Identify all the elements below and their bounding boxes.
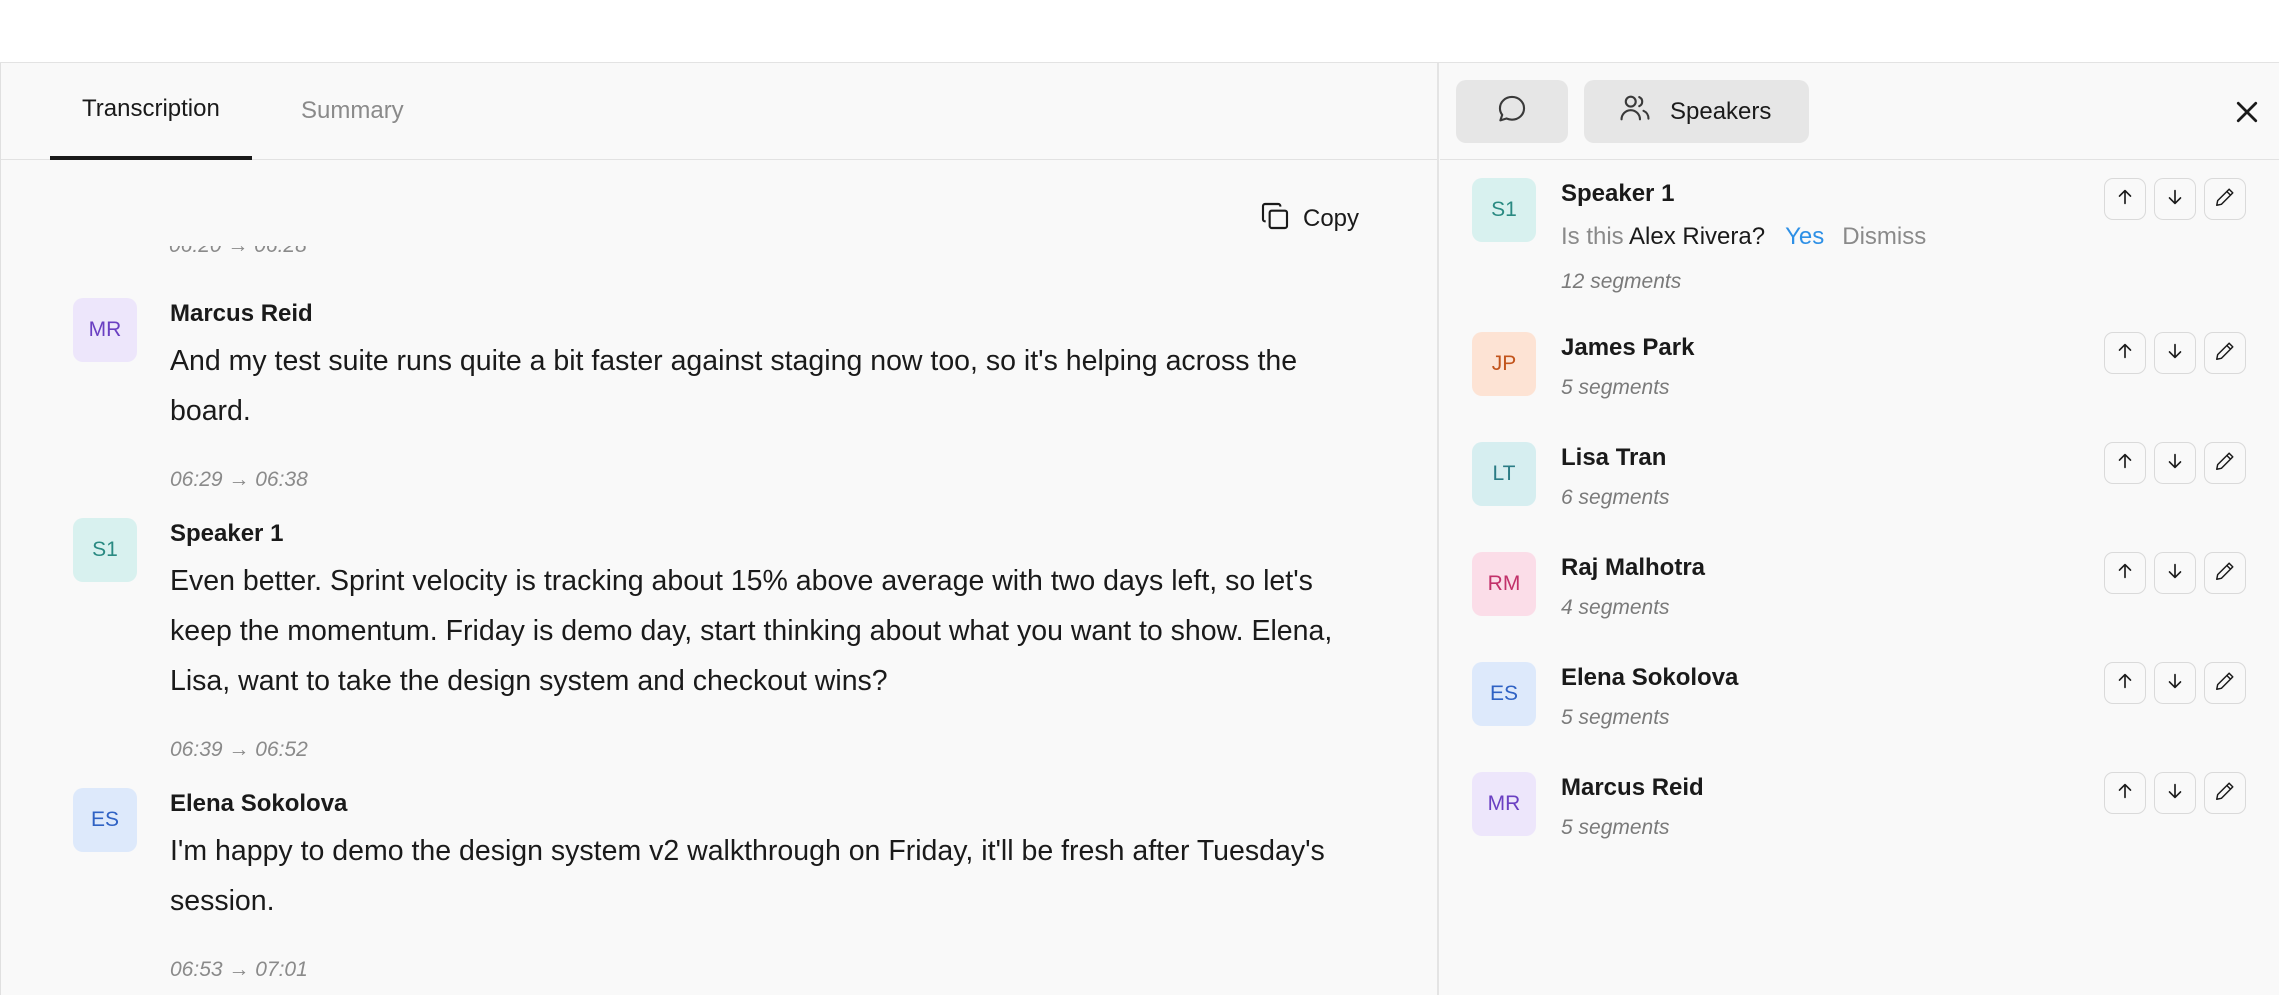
segment-count: 5 segments: [1561, 376, 1670, 399]
speaker-name[interactable]: James Park: [1561, 334, 1694, 362]
speakers-tab-button[interactable]: Speakers: [1584, 80, 1809, 143]
speaker-name[interactable]: Elena Sokolova: [170, 790, 347, 818]
arrow-down-icon: [2164, 186, 2186, 213]
pencil-icon: [2214, 780, 2236, 807]
move-up-button[interactable]: [2104, 332, 2146, 374]
chat-button[interactable]: [1456, 80, 1568, 143]
speakers-panel: Speakers S1 Speaker 1 Is this Alex Rivera?…: [1440, 63, 2279, 995]
top-bar: [0, 0, 2279, 63]
pencil-icon: [2214, 186, 2236, 213]
transcript-window: Transcription Summary Copy 06:20 → 06:28…: [0, 63, 2279, 995]
pencil-icon: [2214, 340, 2236, 367]
arrow-up-icon: [2114, 560, 2136, 587]
segment-count: 5 segments: [1561, 816, 1670, 839]
speaker-name[interactable]: Raj Malhotra: [1561, 554, 1705, 582]
speaker-controls: [2104, 332, 2246, 374]
segment-count: 5 segments: [1561, 706, 1670, 729]
speaker-name[interactable]: Speaker 1: [1561, 180, 1674, 208]
tab-transcription[interactable]: Transcription: [50, 63, 252, 160]
segment-count: 4 segments: [1561, 596, 1670, 619]
rename-button[interactable]: [2204, 662, 2246, 704]
chat-bubble-icon: [1495, 92, 1529, 131]
pencil-icon: [2214, 560, 2236, 587]
rename-button[interactable]: [2204, 442, 2246, 484]
segment-count: 6 segments: [1561, 486, 1670, 509]
move-up-button[interactable]: [2104, 552, 2146, 594]
segment-count: 12 segments: [1561, 270, 1682, 293]
move-down-button[interactable]: [2154, 442, 2196, 484]
rename-button[interactable]: [2204, 552, 2246, 594]
speaker-name[interactable]: Lisa Tran: [1561, 444, 1666, 472]
avatar: S1: [73, 518, 137, 582]
rename-button[interactable]: [2204, 332, 2246, 374]
accept-suggestion-button[interactable]: Yes: [1785, 223, 1824, 250]
suggestion-prefix: Is this: [1561, 223, 1624, 250]
speaker-suggestion: Is this Alex Rivera? Yes Dismiss: [1561, 223, 1926, 251]
tab-bar: Transcription Summary: [1, 63, 1437, 160]
avatar: ES: [73, 788, 137, 852]
speaker-controls: [2104, 178, 2246, 220]
avatar: S1: [1472, 178, 1536, 242]
move-down-button[interactable]: [2154, 178, 2196, 220]
speaker-name[interactable]: Speaker 1: [170, 520, 283, 548]
avatar: LT: [1472, 442, 1536, 506]
copy-label: Copy: [1303, 205, 1360, 232]
speaker-controls: [2104, 552, 2246, 594]
speaker-name[interactable]: Elena Sokolova: [1561, 664, 1738, 692]
timestamp[interactable]: 06:39 → 06:52: [170, 738, 308, 762]
rename-button[interactable]: [2204, 772, 2246, 814]
speaker-name[interactable]: Marcus Reid: [1561, 774, 1704, 802]
pencil-icon: [2214, 450, 2236, 477]
arrow-down-icon: [2164, 780, 2186, 807]
avatar: MR: [73, 298, 137, 362]
arrow-up-icon: [2114, 186, 2136, 213]
arrow-down-icon: [2164, 670, 2186, 697]
transcript-text: And my test suite runs quite a bit faste…: [170, 345, 1298, 427]
avatar: ES: [1472, 662, 1536, 726]
arrow-up-icon: [2114, 670, 2136, 697]
speaker-controls: [2104, 442, 2246, 484]
move-down-button[interactable]: [2154, 772, 2196, 814]
arrow-down-icon: [2164, 560, 2186, 587]
arrow-up-icon: [2114, 450, 2136, 477]
speakers-panel-header: Speakers: [1440, 63, 2279, 160]
copy-button[interactable]: Copy: [1259, 199, 1359, 239]
dismiss-suggestion-button[interactable]: Dismiss: [1842, 223, 1926, 250]
speakers-label: Speakers: [1670, 97, 1772, 125]
arrow-up-icon: [2114, 340, 2136, 367]
arrow-down-icon: [2164, 340, 2186, 367]
pencil-icon: [2214, 670, 2236, 697]
avatar: JP: [1472, 332, 1536, 396]
move-up-button[interactable]: [2104, 178, 2146, 220]
move-down-button[interactable]: [2154, 332, 2196, 374]
users-icon: [1618, 91, 1652, 132]
avatar: RM: [1472, 552, 1536, 616]
timestamp-partial: 06:20 → 06:28: [169, 234, 307, 257]
copy-icon: [1259, 200, 1291, 239]
move-up-button[interactable]: [2104, 442, 2146, 484]
tab-summary[interactable]: Summary: [269, 63, 436, 160]
close-icon: [2232, 101, 2262, 131]
speaker-controls: [2104, 772, 2246, 814]
timestamp[interactable]: 06:29 → 06:38: [170, 468, 308, 492]
speaker-controls: [2104, 662, 2246, 704]
arrow-up-icon: [2114, 780, 2136, 807]
avatar: MR: [1472, 772, 1536, 836]
move-up-button[interactable]: [2104, 772, 2146, 814]
transcript-panel: Transcription Summary Copy 06:20 → 06:28…: [1, 63, 1439, 995]
transcript-text: Even better. Sprint velocity is tracking…: [170, 565, 1333, 697]
rename-button[interactable]: [2204, 178, 2246, 220]
move-up-button[interactable]: [2104, 662, 2146, 704]
transcript-text: I'm happy to demo the design system v2 w…: [170, 835, 1325, 917]
arrow-down-icon: [2164, 450, 2186, 477]
close-button[interactable]: [2232, 97, 2262, 127]
timestamp[interactable]: 06:53 → 07:01: [170, 958, 308, 982]
suggestion-candidate: Alex Rivera?: [1629, 223, 1766, 250]
move-down-button[interactable]: [2154, 552, 2196, 594]
move-down-button[interactable]: [2154, 662, 2196, 704]
speaker-name[interactable]: Marcus Reid: [170, 300, 313, 328]
